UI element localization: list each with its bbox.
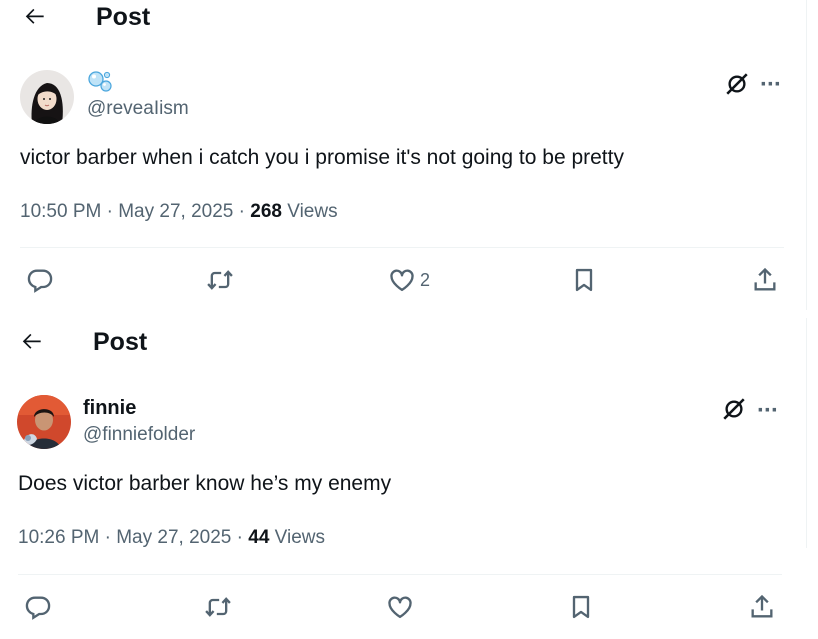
share-icon bbox=[754, 267, 776, 291]
post-time[interactable]: 10:50 PM bbox=[20, 201, 101, 222]
repost-button[interactable] bbox=[204, 592, 232, 622]
page-title: Post bbox=[96, 3, 151, 31]
more-icon: ··· bbox=[757, 397, 779, 424]
avatar[interactable] bbox=[20, 70, 74, 124]
post-header: Post bbox=[0, 325, 300, 365]
bookmark-icon bbox=[572, 595, 590, 619]
meta-separator: · bbox=[238, 201, 245, 222]
post-meta: 10:26 PM · May 27, 2025 · 44 Views bbox=[18, 527, 325, 549]
post-date[interactable]: May 27, 2025 bbox=[118, 201, 233, 222]
views-label: Views bbox=[274, 527, 326, 548]
more-icon: ··· bbox=[760, 71, 782, 98]
grok-icon bbox=[723, 398, 745, 420]
reply-button[interactable] bbox=[24, 592, 52, 622]
post-header: Post bbox=[0, 0, 300, 40]
grok-button[interactable] bbox=[721, 396, 747, 422]
back-arrow-icon bbox=[25, 8, 44, 24]
post-card: Post @reveaIism ··· victor barber when i… bbox=[0, 0, 810, 310]
divider bbox=[18, 574, 782, 575]
views-label: Views bbox=[287, 201, 338, 222]
back-button[interactable] bbox=[22, 3, 48, 29]
share-button[interactable] bbox=[748, 592, 776, 622]
like-icon bbox=[388, 596, 412, 619]
post-text: victor barber when i catch you i promise… bbox=[20, 146, 624, 169]
like-count: 2 bbox=[420, 269, 431, 290]
repost-button[interactable] bbox=[206, 265, 234, 295]
meta-separator: · bbox=[236, 527, 243, 548]
avatar[interactable] bbox=[17, 395, 71, 449]
divider bbox=[20, 247, 784, 248]
author-handle[interactable]: @reveaIism bbox=[87, 98, 189, 120]
like-button[interactable] bbox=[386, 592, 418, 622]
meta-separator: · bbox=[106, 201, 113, 222]
bubbles-icon bbox=[87, 70, 113, 94]
share-button[interactable] bbox=[751, 265, 779, 295]
back-button[interactable] bbox=[19, 328, 45, 354]
post-card: Post finnie @finniefolder ··· Does victo… bbox=[0, 320, 810, 639]
views-count: 268 bbox=[250, 201, 282, 222]
like-button[interactable]: 2 bbox=[388, 265, 430, 295]
views-count: 44 bbox=[248, 527, 270, 548]
action-bar: 2 bbox=[0, 265, 810, 305]
like-icon bbox=[390, 269, 414, 292]
author-name[interactable]: finnie bbox=[83, 397, 136, 420]
repost-icon bbox=[207, 270, 233, 290]
page-title: Post bbox=[93, 328, 148, 356]
reply-button[interactable] bbox=[26, 265, 54, 295]
post-time[interactable]: 10:26 PM bbox=[18, 527, 99, 548]
post-meta: 10:50 PM · May 27, 2025 · 268 Views bbox=[20, 201, 338, 223]
action-bar bbox=[0, 592, 810, 632]
grok-button[interactable] bbox=[724, 71, 750, 97]
bookmark-icon bbox=[575, 268, 593, 292]
share-icon bbox=[751, 594, 773, 618]
more-button[interactable]: ··· bbox=[760, 73, 782, 97]
post-text: Does victor barber know he’s my enemy bbox=[18, 472, 392, 495]
reply-icon bbox=[25, 596, 51, 620]
author-handle[interactable]: @finniefolder bbox=[83, 424, 195, 446]
bookmark-button[interactable] bbox=[567, 592, 595, 622]
back-arrow-icon bbox=[22, 333, 41, 349]
more-button[interactable]: ··· bbox=[757, 399, 779, 423]
grok-icon bbox=[726, 73, 748, 95]
repost-icon bbox=[205, 597, 231, 617]
reply-icon bbox=[27, 269, 53, 293]
meta-separator: · bbox=[104, 527, 111, 548]
post-date[interactable]: May 27, 2025 bbox=[116, 527, 231, 548]
bookmark-button[interactable] bbox=[570, 265, 598, 295]
